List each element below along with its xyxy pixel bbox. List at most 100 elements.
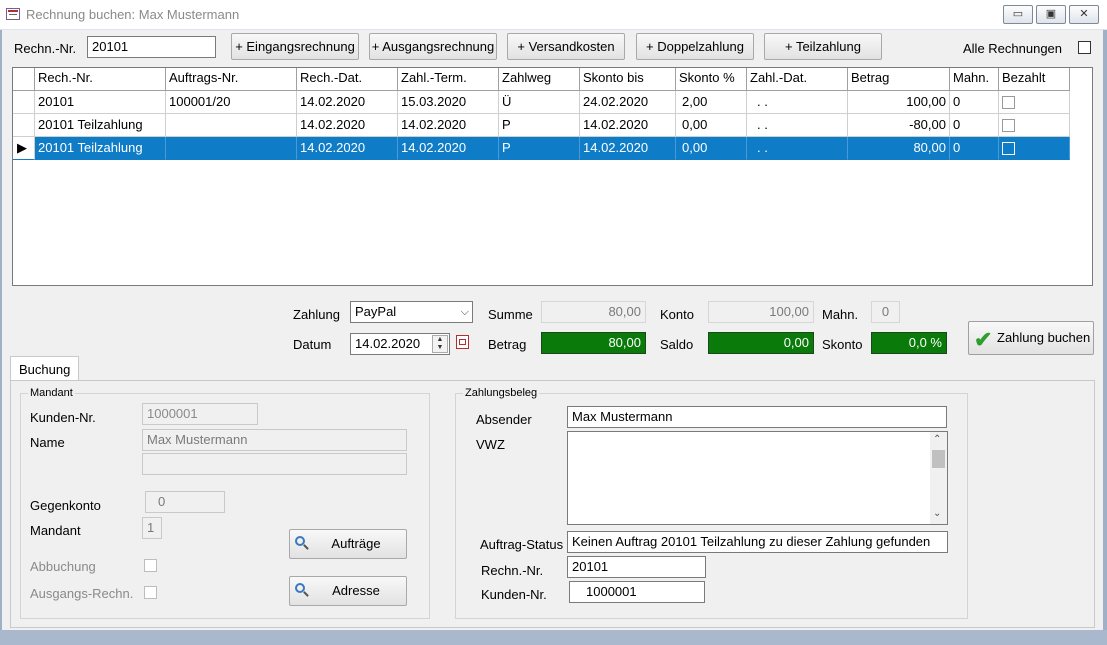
cell-zahlweg[interactable]: Ü <box>499 91 580 114</box>
cell-zahl-dat[interactable]: . . <box>747 91 848 114</box>
teilzahlung-button[interactable]: + Teilzahlung <box>764 33 882 60</box>
rechn-nr-label: Rechn.-Nr. <box>14 41 77 56</box>
tab-buchung[interactable]: Buchung <box>10 356 79 381</box>
beleg-rechn-nr-input[interactable]: 20101 <box>567 556 706 578</box>
scroll-up-icon[interactable]: ⌃ <box>933 434 941 445</box>
abbuchung-label: Abbuchung <box>30 559 96 574</box>
col-header-zahl-dat[interactable]: Zahl.-Dat. <box>747 68 848 91</box>
cell-rech-nr[interactable]: 20101 <box>35 91 166 114</box>
name2-field <box>142 453 407 475</box>
cell-zahl-term[interactable]: 14.02.2020 <box>398 114 499 137</box>
window-border-bottom <box>0 630 1107 645</box>
minimize-button[interactable]: ▭ <box>1003 5 1033 24</box>
zahlung-buchen-button[interactable]: ✔ Zahlung buchen <box>968 321 1094 355</box>
zahlung-select-value: PayPal <box>355 304 397 319</box>
name-field: Max Mustermann <box>142 429 407 451</box>
calendar-icon[interactable] <box>456 335 469 349</box>
app-icon <box>6 8 20 20</box>
col-header-rech-nr[interactable]: Rech.-Nr. <box>35 68 166 91</box>
cell-bezahlt[interactable] <box>999 137 1070 160</box>
scroll-down-icon[interactable]: ⌄ <box>933 508 941 519</box>
cell-betrag[interactable]: 100,00 <box>848 91 950 114</box>
rechn-nr-input[interactable]: 20101 <box>87 36 216 58</box>
zahlungsbeleg-legend: Zahlungsbeleg <box>463 387 540 399</box>
zahlung-select[interactable]: PayPal ⌵ <box>350 301 473 323</box>
adresse-button[interactable]: Adresse <box>289 576 407 606</box>
cell-zahlweg[interactable]: P <box>499 137 580 160</box>
row-marker-icon[interactable]: ▶ <box>13 137 35 160</box>
cell-auftrags-nr[interactable] <box>166 137 297 160</box>
col-header-skonto-bis[interactable]: Skonto bis <box>580 68 676 91</box>
invoice-grid[interactable]: Rech.-Nr. Auftrags-Nr. Rech.-Dat. Zahl.-… <box>12 67 1093 286</box>
cell-mahn[interactable]: 0 <box>950 91 999 114</box>
cell-zahl-term[interactable]: 14.02.2020 <box>398 137 499 160</box>
row-selector[interactable] <box>13 114 35 137</box>
cell-skonto-pct[interactable]: 0,00 <box>676 114 747 137</box>
cell-skonto-pct[interactable]: 2,00 <box>676 91 747 114</box>
auftraege-button[interactable]: Aufträge <box>289 529 407 559</box>
cell-zahl-term[interactable]: 15.03.2020 <box>398 91 499 114</box>
cell-skonto-bis[interactable]: 24.02.2020 <box>580 91 676 114</box>
bezahlt-checkbox[interactable] <box>1002 96 1015 109</box>
cell-mahn[interactable]: 0 <box>950 114 999 137</box>
konto-label: Konto <box>660 307 694 322</box>
eingangsrechnung-button[interactable]: + Eingangsrechnung <box>231 33 359 60</box>
cell-rech-nr[interactable]: 20101 Teilzahlung <box>35 137 166 160</box>
cell-skonto-bis[interactable]: 14.02.2020 <box>580 137 676 160</box>
chevron-down-icon[interactable]: ⌵ <box>461 302 469 322</box>
maximize-button[interactable]: ▣ <box>1036 5 1066 24</box>
saldo-field: 0,00 <box>708 332 814 354</box>
versandkosten-button[interactable]: + Versandkosten <box>507 33 625 60</box>
beleg-kunden-nr-input[interactable]: 1000001 <box>569 581 705 603</box>
bezahlt-checkbox[interactable] <box>1002 119 1015 132</box>
cell-rech-dat[interactable]: 14.02.2020 <box>297 91 398 114</box>
gegenkonto-label: Gegenkonto <box>30 498 101 513</box>
cell-auftrags-nr[interactable] <box>166 114 297 137</box>
col-header-skonto-pct[interactable]: Skonto % <box>676 68 747 91</box>
mahn-label: Mahn. <box>822 307 859 322</box>
cell-zahl-dat[interactable]: . . <box>747 137 848 160</box>
col-header-mahn[interactable]: Mahn. <box>950 68 999 91</box>
row-selector[interactable] <box>13 91 35 114</box>
col-header-zahl-term[interactable]: Zahl.-Term. <box>398 68 499 91</box>
cell-betrag[interactable]: 80,00 <box>848 137 950 160</box>
cell-skonto-pct[interactable]: 0,00 <box>676 137 747 160</box>
col-header-rech-dat[interactable]: Rech.-Dat. <box>297 68 398 91</box>
date-spinner-icon[interactable]: ▲ ▼ <box>432 335 448 353</box>
alle-rechnungen-checkbox[interactable] <box>1078 41 1091 54</box>
cell-bezahlt[interactable] <box>999 91 1070 114</box>
col-header-auftrags-nr[interactable]: Auftrags-Nr. <box>166 68 297 91</box>
ausgangs-rechn-checkbox[interactable] <box>144 586 157 599</box>
close-button[interactable]: ✕ <box>1069 5 1099 24</box>
skonto-label: Skonto <box>822 337 863 352</box>
vwz-label: VWZ <box>476 437 505 452</box>
title-bar: Rechnung buchen: Max Mustermann ▭ ▣ ✕ <box>0 0 1107 30</box>
cell-skonto-bis[interactable]: 14.02.2020 <box>580 114 676 137</box>
col-header-bezahlt[interactable]: Bezahlt <box>999 68 1070 91</box>
cell-zahlweg[interactable]: P <box>499 114 580 137</box>
cell-auftrags-nr[interactable]: 100001/20 <box>166 91 297 114</box>
saldo-label: Saldo <box>660 337 694 352</box>
col-header-zahlweg[interactable]: Zahlweg <box>499 68 580 91</box>
datum-input[interactable]: 14.02.2020 ▲ ▼ <box>350 333 450 355</box>
absender-input[interactable]: Max Mustermann <box>567 406 947 428</box>
betrag-field: 80,00 <box>541 332 646 354</box>
zahlung-buchen-label: Zahlung buchen <box>997 330 1091 345</box>
cell-betrag[interactable]: -80,00 <box>848 114 950 137</box>
vwz-scrollbar[interactable]: ⌃ ⌄ <box>930 432 947 524</box>
cell-rech-dat[interactable]: 14.02.2020 <box>297 137 398 160</box>
col-header-betrag[interactable]: Betrag <box>848 68 950 91</box>
vwz-textarea[interactable]: ⌃ ⌄ <box>567 431 948 525</box>
cell-zahl-dat[interactable]: . . <box>747 114 848 137</box>
cell-bezahlt[interactable] <box>999 114 1070 137</box>
abbuchung-checkbox[interactable] <box>144 559 157 572</box>
cell-rech-dat[interactable]: 14.02.2020 <box>297 114 398 137</box>
bezahlt-checkbox[interactable] <box>1002 142 1015 155</box>
auftrag-status-label: Auftrag-Status <box>480 537 564 552</box>
scroll-thumb[interactable] <box>932 450 945 468</box>
mahn-field: 0 <box>871 301 900 323</box>
ausgangsrechnung-button[interactable]: + Ausgangsrechnung <box>369 33 497 60</box>
cell-rech-nr[interactable]: 20101 Teilzahlung <box>35 114 166 137</box>
cell-mahn[interactable]: 0 <box>950 137 999 160</box>
doppelzahlung-button[interactable]: + Doppelzahlung <box>636 33 754 60</box>
